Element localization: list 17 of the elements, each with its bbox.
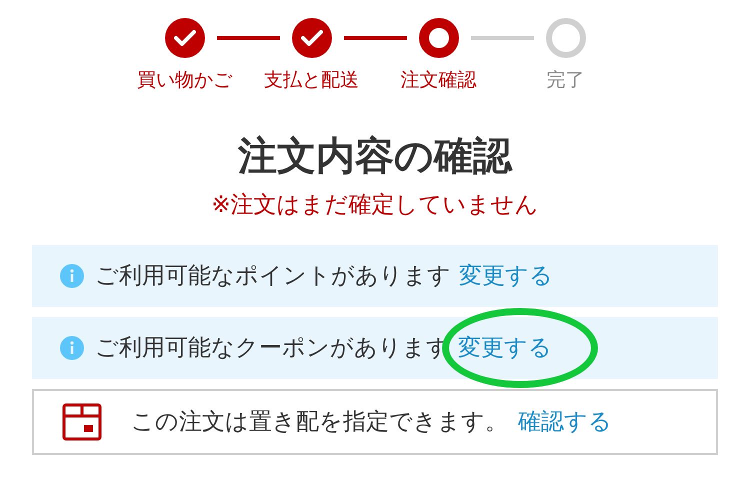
- change-link[interactable]: 変更する: [459, 258, 553, 294]
- step-label: 買い物かご: [137, 68, 232, 93]
- step-connector: [216, 36, 280, 40]
- step-connector: [470, 36, 534, 40]
- page-title: 注文内容の確認: [238, 133, 512, 181]
- step-label: 支払と配送: [264, 68, 359, 93]
- confirm-link[interactable]: 確認する: [518, 404, 612, 440]
- info-icon: [60, 264, 84, 288]
- banner-text: ご利用可能なポイントがあります: [95, 262, 451, 291]
- step-label: 完了: [546, 68, 584, 93]
- box-icon: [62, 403, 102, 441]
- delivery-text: この注文は置き配を指定できます。: [131, 408, 508, 437]
- step-connector: [344, 36, 406, 40]
- notice-text: ※注文はまだ確定していません: [211, 191, 539, 220]
- step-label: 注文確認: [400, 68, 476, 93]
- info-icon: [60, 336, 84, 360]
- change-link[interactable]: 変更する: [458, 330, 552, 366]
